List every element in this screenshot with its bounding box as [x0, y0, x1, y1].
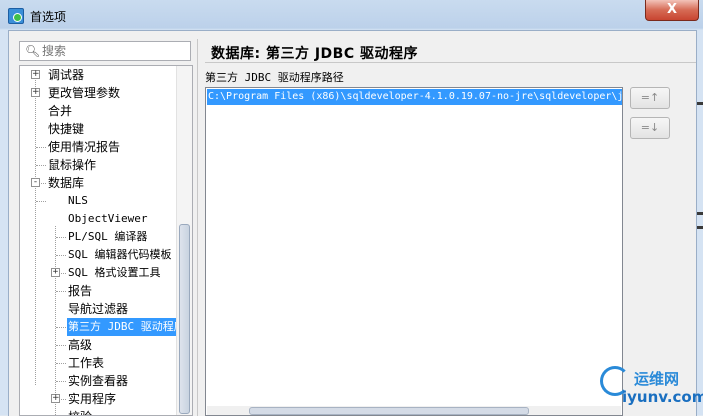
tree-guide-line	[35, 75, 36, 385]
settings-pane: 数据库: 第三方 JDBC 驱动程序 第三方 JDBC 驱动程序路径 C:\Pr…	[205, 39, 696, 416]
tree-guide-line	[56, 381, 66, 382]
close-button[interactable]: X	[645, 0, 699, 21]
background-mark	[697, 226, 703, 229]
pane-splitter[interactable]	[197, 39, 202, 416]
watermark-text: 运维网	[634, 370, 680, 388]
watermark: 运维网 iyunv.com	[600, 364, 703, 415]
tree-item-merge[interactable]: 合并	[48, 102, 72, 120]
tree-item-reports[interactable]: 报告	[68, 282, 92, 300]
search-box[interactable]: 🔍︎	[19, 41, 191, 61]
tree-item-label: 调试器	[48, 68, 85, 82]
list-item[interactable]: C:\Program Files (x86)\sqldeveloper-4.1.…	[207, 89, 622, 105]
move-down-button[interactable]: =↓	[630, 117, 670, 139]
tree-item-navigation-filter[interactable]: 导航过滤器	[68, 300, 128, 318]
tree-item-advanced[interactable]: 高级	[68, 336, 92, 354]
navigation-pane: 🔍︎ + 调试器 + 更改管理	[19, 39, 194, 416]
expand-icon[interactable]: +	[51, 268, 60, 277]
tree-guide-line	[56, 327, 66, 328]
search-input[interactable]	[42, 43, 182, 59]
tree-guide-line	[56, 345, 66, 346]
window-title: 首选项	[30, 10, 67, 24]
tree-item-plsql-compiler[interactable]: PL/SQL 编译器	[68, 228, 147, 246]
tree-scrollbar[interactable]	[176, 66, 192, 415]
tree-item-worksheet[interactable]: 工作表	[68, 354, 104, 372]
title-bar[interactable]: 首选项 X	[0, 0, 703, 30]
watermark-url: iyunv.com	[622, 388, 703, 406]
tree-item-objectviewer[interactable]: ObjectViewer	[68, 210, 147, 228]
expand-icon[interactable]: +	[51, 394, 60, 403]
preferences-tree[interactable]: + 调试器 + 更改管理参数 合并 快捷键 使用情况报告 鼠标操作 - 数据库 …	[19, 65, 193, 416]
page-title: 数据库: 第三方 JDBC 驱动程序	[211, 46, 418, 62]
tree-item-label: 实用程序	[68, 392, 117, 406]
collapse-icon[interactable]: -	[31, 178, 40, 187]
tree-guide-line	[36, 201, 46, 202]
expand-icon[interactable]: +	[31, 88, 40, 97]
tree-item-third-party-jdbc[interactable]: 第三方 JDBC 驱动程序	[67, 318, 176, 336]
tree-item-instance-viewer[interactable]: 实例查看器	[68, 372, 128, 390]
tree-guide-line	[56, 237, 66, 238]
tree-guide-line	[56, 255, 66, 256]
tree-guide-line	[56, 363, 66, 364]
tree-guide-line	[36, 147, 46, 148]
driver-path-label: 第三方 JDBC 驱动程序路径	[205, 71, 344, 84]
scrollbar-thumb[interactable]	[179, 224, 190, 414]
expand-icon[interactable]: +	[31, 70, 40, 79]
tree-item-mouse-actions[interactable]: 鼠标操作	[48, 156, 96, 174]
divider	[205, 62, 696, 63]
tree-item-label: 更改管理参数	[48, 86, 121, 100]
tree-item-label: SQL 格式设置工具	[68, 266, 161, 279]
preferences-dialog: 🔍︎ + 调试器 + 更改管理	[8, 30, 697, 416]
tree-item-sql-editor-templates[interactable]: SQL 编辑器代码模板	[68, 246, 172, 264]
move-up-button[interactable]: =↑	[630, 87, 670, 109]
background-mark	[697, 212, 703, 215]
search-icon: 🔍︎	[25, 44, 41, 58]
tree-guide-line	[36, 165, 46, 166]
tree-item-label: 数据库	[48, 176, 85, 190]
app-icon	[8, 8, 24, 24]
background-mark	[697, 102, 703, 105]
tree-item-nls[interactable]: NLS	[68, 192, 88, 210]
scrollbar-thumb[interactable]	[249, 407, 529, 415]
tree-item-shortcut-keys[interactable]: 快捷键	[48, 120, 84, 138]
tree-item-usage-reporting[interactable]: 使用情况报告	[48, 138, 120, 156]
tree-guide-line	[56, 291, 66, 292]
driver-path-list[interactable]: C:\Program Files (x86)\sqldeveloper-4.1.…	[205, 87, 623, 416]
